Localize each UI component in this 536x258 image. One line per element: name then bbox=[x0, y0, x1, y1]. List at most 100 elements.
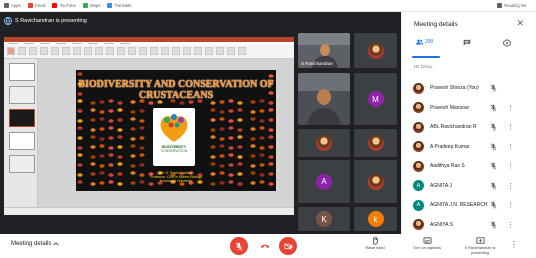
people-count: 200 bbox=[425, 39, 434, 45]
bookmark-gmail[interactable]: Gmail bbox=[27, 3, 45, 8]
crustacean-shape bbox=[117, 172, 123, 176]
camera-toggle-button[interactable] bbox=[279, 237, 297, 255]
mic-off-icon[interactable] bbox=[490, 181, 497, 190]
participant-tile[interactable] bbox=[354, 33, 397, 68]
participant-row[interactable]: A AGNITA J.N. RESEARCH ⋮ bbox=[402, 195, 536, 215]
bookmark-label: Maps bbox=[89, 3, 101, 8]
more-options-icon[interactable]: ⋮ bbox=[507, 104, 514, 112]
participant-row[interactable]: Pravesh Shroza (You) bbox=[402, 78, 536, 98]
crustacean-shape bbox=[130, 127, 136, 131]
participant-avatar: k bbox=[367, 211, 384, 227]
participant-name: ABL Ravichandran R bbox=[430, 124, 477, 130]
mic-off-icon[interactable] bbox=[490, 220, 497, 229]
bookmark-translate[interactable]: Translate bbox=[107, 3, 132, 8]
crustacean-shape bbox=[130, 154, 136, 158]
mic-off-icon[interactable] bbox=[490, 201, 497, 209]
tab-chat[interactable] bbox=[463, 39, 471, 46]
participant-tile[interactable] bbox=[354, 160, 397, 203]
crustacean-shape bbox=[259, 153, 265, 157]
mic-toggle-button[interactable] bbox=[230, 237, 248, 255]
mic-off-icon[interactable] bbox=[490, 84, 497, 92]
mic-off-icon[interactable] bbox=[490, 162, 497, 170]
participant-tile[interactable]: A bbox=[298, 160, 350, 203]
mic-off-icon[interactable] bbox=[490, 103, 497, 112]
crustacean-shape bbox=[259, 136, 265, 140]
crustacean-shape bbox=[228, 146, 234, 150]
bookmark-apps[interactable]: Apps bbox=[4, 3, 21, 8]
activities-icon bbox=[503, 39, 511, 47]
captions-button[interactable]: Turn on captions bbox=[405, 236, 449, 250]
more-options-button[interactable]: ⋮ bbox=[504, 240, 524, 249]
participant-tile[interactable]: k bbox=[354, 207, 397, 231]
participant-row[interactable]: Pravesh Mansour ⋮ bbox=[402, 98, 536, 118]
crustacean-shape bbox=[90, 118, 96, 122]
crustacean-shape bbox=[237, 101, 243, 105]
raise-hand-icon bbox=[372, 236, 378, 245]
crustacean-shape bbox=[77, 72, 83, 76]
more-options-icon[interactable]: ⋮ bbox=[507, 162, 514, 170]
slide-thumbnail[interactable] bbox=[9, 63, 35, 81]
crustacean-shape bbox=[90, 128, 96, 132]
raise-hand-label: Raise hand bbox=[365, 246, 385, 250]
mic-off-icon[interactable] bbox=[490, 123, 497, 131]
participant-tile[interactable]: K bbox=[298, 207, 350, 231]
crustacean-shape bbox=[117, 101, 123, 105]
bookmark-maps[interactable]: Maps bbox=[82, 3, 101, 8]
mic-off-icon[interactable] bbox=[490, 142, 497, 151]
crustacean-shape bbox=[259, 180, 265, 184]
crustacean-shape bbox=[99, 144, 105, 148]
leave-call-button[interactable] bbox=[256, 237, 274, 255]
presenting-button[interactable]: S Ravichandran is presenting bbox=[458, 236, 502, 255]
close-icon[interactable]: ✕ bbox=[516, 18, 524, 29]
participant-tile[interactable]: M bbox=[354, 73, 397, 125]
tab-people[interactable]: 200 bbox=[416, 39, 433, 45]
raise-hand-button[interactable]: Raise hand bbox=[353, 236, 397, 250]
crustacean-shape bbox=[130, 144, 136, 148]
crustacean-shape bbox=[250, 144, 256, 148]
crustacean-shape bbox=[77, 119, 83, 123]
meeting-details-button[interactable]: Meeting details bbox=[11, 241, 60, 247]
participant-row[interactable]: A Pradeep Kumar ⋮ bbox=[402, 137, 536, 157]
participant-name: AGNIYA S bbox=[430, 221, 453, 228]
crustacean-shape bbox=[90, 182, 96, 186]
participant-tile[interactable] bbox=[354, 129, 397, 157]
present-screen-icon bbox=[4, 16, 12, 25]
crustacean-shape bbox=[250, 110, 256, 114]
more-options-icon[interactable]: ⋮ bbox=[507, 182, 514, 190]
slide-thumbnail[interactable] bbox=[9, 109, 35, 127]
crustacean-shape bbox=[99, 154, 105, 158]
more-options-icon[interactable]: ⋮ bbox=[507, 221, 514, 229]
participant-row[interactable]: Aadithya Rao S ⋮ bbox=[402, 156, 536, 176]
crustacean-shape bbox=[268, 135, 274, 139]
crustacean-shape bbox=[108, 136, 114, 140]
hangup-icon bbox=[260, 244, 270, 249]
slide-thumbnail[interactable] bbox=[9, 155, 35, 173]
participant-tile[interactable] bbox=[298, 129, 350, 157]
chat-icon bbox=[463, 39, 471, 46]
logo-text-line: CONSERVATION bbox=[160, 149, 188, 153]
presenting-label: S Ravichandran is presenting bbox=[464, 246, 496, 255]
crustacean-shape bbox=[108, 126, 114, 130]
slide-thumbnail[interactable] bbox=[9, 86, 35, 104]
more-options-icon[interactable]: ⋮ bbox=[507, 201, 514, 209]
bookmark-label: Apps bbox=[11, 3, 21, 8]
powerpoint-statusbar bbox=[4, 207, 294, 215]
crustacean-shape bbox=[108, 173, 114, 177]
more-options-icon[interactable]: ⋮ bbox=[507, 123, 514, 131]
crustacean-shape bbox=[268, 145, 274, 149]
bookmarks-bar: Apps Gmail YouTube Maps Translate Readin… bbox=[0, 0, 536, 12]
participant-tile[interactable]: S Ravichandran bbox=[298, 33, 350, 68]
captions-label: Turn on captions bbox=[412, 246, 442, 250]
participant-row[interactable]: A AGNITA J ⋮ bbox=[402, 176, 536, 196]
participant-row[interactable]: ABL Ravichandran R ⋮ bbox=[402, 117, 536, 137]
participant-tile[interactable] bbox=[298, 73, 350, 125]
more-options-icon[interactable]: ⋮ bbox=[507, 143, 514, 151]
participant-row[interactable]: AGNIYA S ⋮ bbox=[402, 215, 536, 235]
crustacean-shape bbox=[268, 162, 274, 166]
bookmark-youtube[interactable]: YouTube bbox=[52, 3, 76, 8]
tab-activities[interactable] bbox=[503, 39, 511, 47]
slide-thumbnail[interactable] bbox=[9, 132, 35, 150]
reading-list[interactable]: Reading list bbox=[497, 3, 526, 8]
crustacean-shape bbox=[237, 155, 243, 159]
logo-text: BIODIVERSITY CONSERVATION bbox=[153, 145, 195, 153]
